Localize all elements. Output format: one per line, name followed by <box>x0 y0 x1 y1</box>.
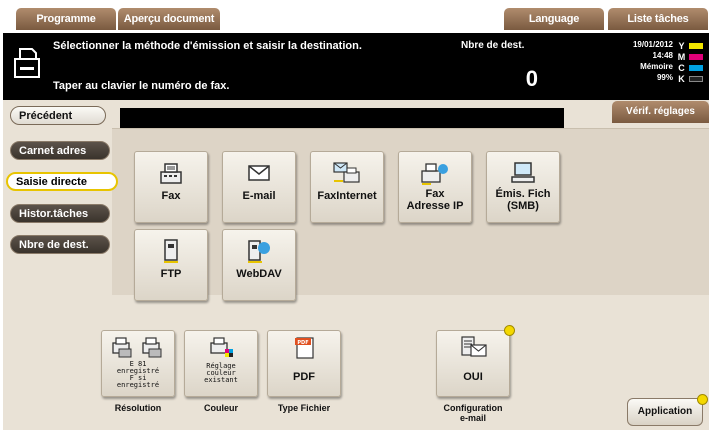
status-time: 14:48 <box>652 51 673 60</box>
fax-icon <box>160 163 182 184</box>
method-email-label: E-mail <box>242 190 276 202</box>
method-smb-label-line1: Émis. Fich <box>495 188 551 200</box>
method-fax-ip-label-line1: Fax <box>425 188 445 200</box>
tab-liste-taches[interactable]: Liste tâches <box>608 8 708 30</box>
status-date: 19/01/2012 <box>632 40 673 49</box>
method-smb-label: Émis. Fich (SMB) <box>487 188 559 212</box>
method-fax-ip-label-line2: Adresse IP <box>406 200 464 212</box>
tab-language[interactable]: Language <box>504 8 604 30</box>
file-type-caption: Type Fichier <box>277 403 331 413</box>
internet-fax-icon <box>333 162 360 183</box>
email-config-value: OUI <box>463 371 483 383</box>
method-fax-button[interactable]: Fax <box>134 151 208 223</box>
printer-icon <box>14 48 40 78</box>
toner-levels: Y M C K <box>677 40 705 84</box>
sidebar-item-carnet-adres[interactable]: Carnet adres <box>10 141 110 160</box>
tab-programme[interactable]: Programme <box>16 8 116 30</box>
method-fax-ip-label: Fax Adresse IP <box>399 188 471 212</box>
sidebar-item-histor-taches[interactable]: Histor.tâches <box>10 204 110 223</box>
method-faxinternet-button[interactable]: FaxInternet <box>310 151 384 223</box>
method-fax-ip-button[interactable]: Fax Adresse IP <box>398 151 472 223</box>
toner-yellow: Y <box>677 40 705 51</box>
color-icon <box>210 337 233 357</box>
color-caption: Couleur <box>203 403 238 413</box>
method-webdav-label: WebDAV <box>236 268 282 280</box>
ftp-server-icon <box>164 239 178 263</box>
email-config-icon <box>461 336 487 357</box>
destination-count-label: Nbre de dest. <box>461 40 525 51</box>
resolution-setting-button[interactable]: E 81 enregistré F si enregistré <box>101 330 175 397</box>
email-config-caption: Configuration e-mail <box>443 403 503 423</box>
toner-black: K <box>677 73 705 84</box>
email-config-button[interactable]: OUI <box>436 330 510 397</box>
envelope-icon <box>248 165 270 181</box>
method-smb-button[interactable]: Émis. Fich (SMB) <box>486 151 560 223</box>
status-memory-label: Mémoire <box>640 62 673 71</box>
method-webdav-button[interactable]: WebDAV <box>222 229 296 301</box>
message-bar: Sélectionner la méthode d'émission et sa… <box>3 33 709 100</box>
toner-cyan: C <box>677 62 705 73</box>
method-faxinternet-label: FaxInternet <box>317 190 377 202</box>
instruction-line-2: Taper au clavier le numéro de fax. <box>53 80 230 92</box>
resolution-caption: Résolution <box>114 403 162 413</box>
color-setting-button[interactable]: Réglage couleur existant <box>184 330 258 397</box>
method-ftp-label: FTP <box>160 268 182 280</box>
verif-reglages-button[interactable]: Vérif. réglages <box>612 101 709 123</box>
method-email-button[interactable]: E-mail <box>222 151 296 223</box>
resolution-icon <box>112 337 162 358</box>
file-type-value: PDF <box>293 371 315 383</box>
method-fax-label: Fax <box>161 190 181 202</box>
tab-apercu-document[interactable]: Aperçu document <box>118 8 220 30</box>
application-button[interactable]: Application <box>627 398 703 426</box>
pdf-icon: PDF <box>295 337 314 359</box>
precedent-button[interactable]: Précédent <box>10 106 106 125</box>
application-indicator-dot <box>697 394 708 405</box>
device-status: 19/01/2012 14:48 Mémoire 99% <box>601 39 673 83</box>
color-value: Réglage couleur existant <box>204 362 238 384</box>
toner-magenta: M <box>677 51 705 62</box>
destination-count-value: 0 <box>525 66 538 91</box>
method-ftp-button[interactable]: FTP <box>134 229 208 301</box>
fax-scan-screen: Programme Aperçu document Language Liste… <box>0 0 712 434</box>
instruction-line-1: Sélectionner la méthode d'émission et sa… <box>53 40 362 52</box>
computer-icon <box>511 162 535 183</box>
status-memory-value: 99% <box>656 73 673 82</box>
destination-input[interactable] <box>120 108 564 128</box>
file-type-setting-button[interactable]: PDF PDF <box>267 330 341 397</box>
svg-text:PDF: PDF <box>297 340 308 346</box>
email-config-indicator-dot <box>504 325 515 336</box>
resolution-value: E 81 enregistré F si enregistré <box>116 360 160 389</box>
sidebar-item-nbre-dest[interactable]: Nbre de dest. <box>10 235 110 254</box>
webdav-server-icon <box>248 240 270 263</box>
sidebar-item-saisie-directe[interactable]: Saisie directe <box>6 172 118 191</box>
method-smb-label-line2: (SMB) <box>507 200 539 212</box>
ip-fax-icon <box>421 163 448 185</box>
